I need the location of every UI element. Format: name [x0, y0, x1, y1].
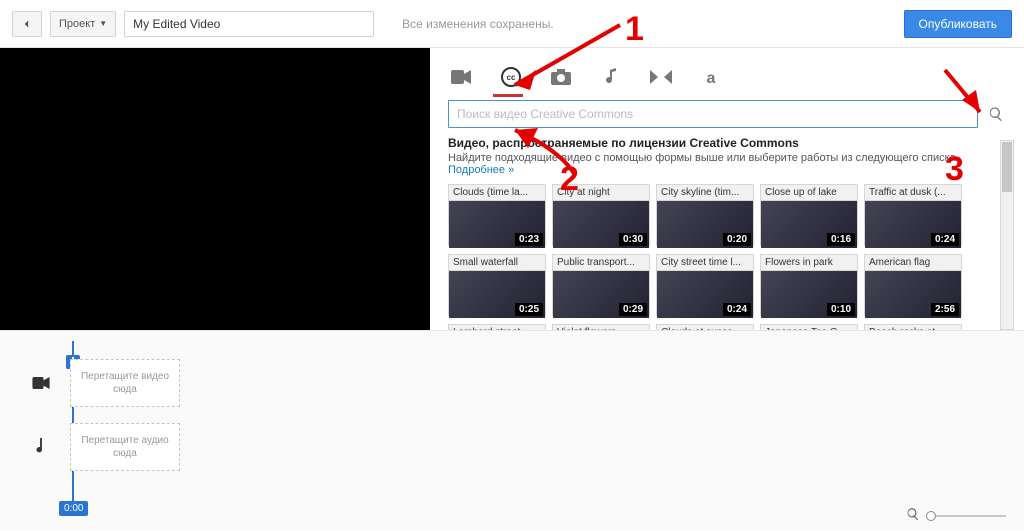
- clip-duration: 0:23: [515, 233, 543, 246]
- tab-video[interactable]: [450, 66, 472, 88]
- text-a-icon: a: [703, 69, 719, 85]
- transition-icon: [650, 70, 672, 84]
- publish-button[interactable]: Опубликовать: [904, 10, 1012, 38]
- project-title-input[interactable]: [124, 11, 374, 37]
- clip-thumbnail[interactable]: Flowers in park 0:10: [760, 254, 858, 316]
- zoom-slider[interactable]: [926, 515, 1006, 517]
- audio-drop-zone[interactable]: Перетащите аудио сюда: [70, 423, 180, 471]
- clip-duration: 2:56: [931, 303, 959, 316]
- zoom-control: [906, 507, 1006, 524]
- top-toolbar: Проект ▼ Все изменения сохранены. Опубли…: [0, 0, 1024, 48]
- tab-text[interactable]: a: [700, 66, 722, 88]
- music-note-icon: [604, 67, 618, 87]
- svg-text:cc: cc: [507, 73, 516, 82]
- cc-search-input[interactable]: [448, 100, 978, 128]
- clip-image: 0:30: [553, 201, 649, 248]
- clip-thumbnail[interactable]: Public transport... 0:29: [552, 254, 650, 316]
- clip-image: 0:29: [553, 271, 649, 318]
- clip-title: Clouds (time la...: [449, 185, 545, 201]
- clip-thumbnail[interactable]: City street time l... 0:24: [656, 254, 754, 316]
- clip-duration: 0:20: [723, 233, 751, 246]
- media-browser: cc a Видео, распространяемые по лицензии…: [430, 48, 1024, 330]
- clip-image: 0:23: [449, 201, 545, 248]
- cc-learn-more-link[interactable]: Подробнее »: [448, 164, 514, 176]
- tab-audio[interactable]: [600, 66, 622, 88]
- audio-drop-hint: Перетащите аудио сюда: [71, 434, 179, 460]
- clip-title: Public transport...: [553, 255, 649, 271]
- search-icon: [988, 106, 1004, 122]
- audio-track: Перетащите аудио сюда: [30, 423, 180, 471]
- zoom-icon: [906, 507, 920, 524]
- search-button[interactable]: [986, 106, 1006, 122]
- clip-duration: 0:24: [723, 303, 751, 316]
- svg-text:a: a: [707, 70, 716, 85]
- clip-thumbnail[interactable]: Clouds (time la... 0:23: [448, 184, 546, 246]
- clip-duration: 0:25: [515, 303, 543, 316]
- clip-image: 0:16: [761, 201, 857, 248]
- results-scrollbar[interactable]: [1000, 140, 1014, 330]
- project-label: Проект: [59, 18, 95, 30]
- chevron-down-icon: ▼: [99, 19, 107, 28]
- clip-duration: 0:24: [931, 233, 959, 246]
- zoom-slider-knob[interactable]: [926, 511, 936, 521]
- scroll-thumb[interactable]: [1002, 142, 1012, 192]
- clip-image: 0:24: [657, 271, 753, 318]
- media-tabs: cc a: [430, 48, 1024, 94]
- back-button[interactable]: [12, 11, 42, 37]
- clip-duration: 0:30: [619, 233, 647, 246]
- tab-transitions[interactable]: [650, 66, 672, 88]
- video-camera-icon: [451, 70, 471, 84]
- project-dropdown[interactable]: Проект ▼: [50, 11, 116, 37]
- clip-title: City at night: [553, 185, 649, 201]
- tab-cc[interactable]: cc: [500, 66, 522, 88]
- video-track-icon: [30, 377, 52, 389]
- clip-image: 0:24: [865, 201, 961, 248]
- clip-thumbnail[interactable]: City skyline (tim... 0:20: [656, 184, 754, 246]
- clip-image: 0:25: [449, 271, 545, 318]
- clip-title: American flag: [865, 255, 961, 271]
- video-drop-hint: Перетащите видео сюда: [71, 370, 179, 396]
- clip-image: 0:10: [761, 271, 857, 318]
- clip-title: City skyline (tim...: [657, 185, 753, 201]
- clip-duration: 0:29: [619, 303, 647, 316]
- clip-duration: 0:10: [827, 303, 855, 316]
- video-drop-zone[interactable]: Перетащите видео сюда: [70, 359, 180, 407]
- clip-thumbnail[interactable]: Small waterfall 0:25: [448, 254, 546, 316]
- video-preview: [0, 48, 430, 330]
- timeline: 0:00 Перетащите видео сюда Перетащите ау…: [0, 330, 1024, 530]
- clip-image: 0:20: [657, 201, 753, 248]
- cc-icon: cc: [501, 67, 521, 87]
- clip-image: 2:56: [865, 271, 961, 318]
- playhead-time: 0:00: [59, 501, 88, 516]
- clip-thumbnail[interactable]: Traffic at dusk (... 0:24: [864, 184, 962, 246]
- clip-title: City street time l...: [657, 255, 753, 271]
- audio-track-icon: [30, 438, 52, 456]
- clip-thumbnail[interactable]: Close up of lake 0:16: [760, 184, 858, 246]
- tab-photos[interactable]: [550, 66, 572, 88]
- cc-results-heading: Видео, распространяемые по лицензии Crea…: [448, 136, 994, 176]
- camera-icon: [551, 69, 571, 85]
- video-track: Перетащите видео сюда: [30, 359, 180, 407]
- arrow-left-icon: [20, 17, 34, 31]
- cc-heading-title: Видео, распространяемые по лицензии Crea…: [448, 136, 799, 150]
- clip-duration: 0:16: [827, 233, 855, 246]
- clip-thumbnail[interactable]: American flag 2:56: [864, 254, 962, 316]
- save-status: Все изменения сохранены.: [402, 17, 554, 31]
- clip-title: Traffic at dusk (...: [865, 185, 961, 201]
- clip-title: Flowers in park: [761, 255, 857, 271]
- clip-title: Close up of lake: [761, 185, 857, 201]
- clip-title: Small waterfall: [449, 255, 545, 271]
- active-tab-indicator: [493, 94, 523, 97]
- cc-heading-sub: Найдите подходящие видео с помощью формы…: [448, 152, 959, 164]
- clip-thumbnail[interactable]: City at night 0:30: [552, 184, 650, 246]
